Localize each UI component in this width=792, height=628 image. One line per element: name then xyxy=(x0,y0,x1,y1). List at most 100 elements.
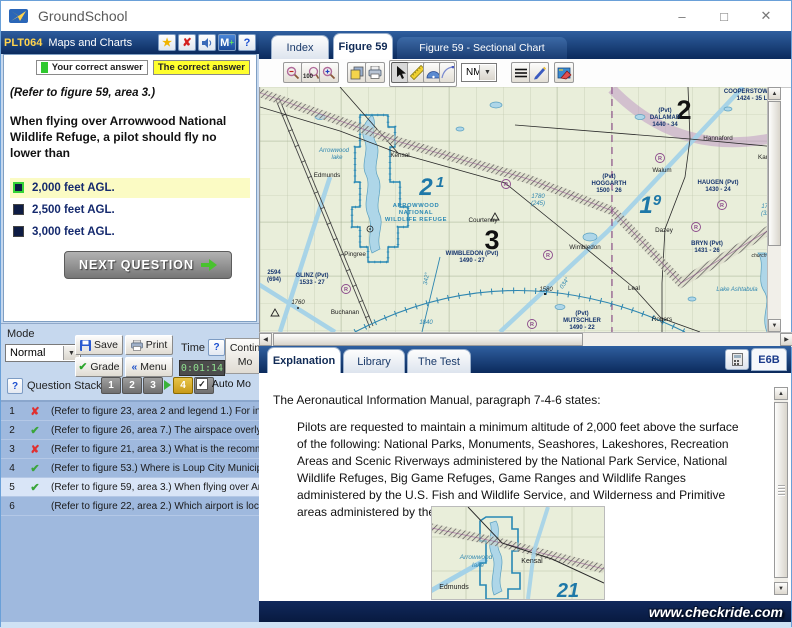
question-number: 1 xyxy=(5,406,19,417)
check-icon: ✔ xyxy=(79,361,88,373)
app-window: GroundSchool – □ ✕ PLT064 Maps and Chart… xyxy=(0,0,792,627)
stack-button-3[interactable]: 3 xyxy=(143,377,163,394)
map-label: 1424 - 35 L xyxy=(737,96,768,102)
close-button[interactable]: ✕ xyxy=(745,1,787,31)
unit-select[interactable]: NM ▼ xyxy=(461,63,497,82)
stack-button-4[interactable]: 4 xyxy=(173,377,193,394)
header-help-icon[interactable]: ? xyxy=(238,34,256,51)
delete-question-icon[interactable]: ✘ xyxy=(178,34,196,51)
mode-select[interactable]: Normal ▼ xyxy=(5,344,81,362)
time-label: Time xyxy=(181,342,205,354)
maximize-button[interactable]: □ xyxy=(703,1,745,31)
scroll-up-icon[interactable]: ▲ xyxy=(774,387,788,400)
r-circle-label: R xyxy=(504,182,508,188)
save-button[interactable]: Save xyxy=(75,335,123,355)
explanation-vscrollbar[interactable]: ▲ ▼ xyxy=(774,387,788,595)
time-help-icon[interactable]: ? xyxy=(208,339,225,356)
map-label: WILDLIFE REFUGE xyxy=(385,217,447,223)
magnifier-100-icon: 100 xyxy=(303,66,319,80)
marker-icon[interactable]: M+ xyxy=(218,34,236,51)
minimize-button[interactable]: – xyxy=(661,1,703,31)
map-hscroll-thumb[interactable] xyxy=(273,333,583,346)
chevron-down-icon[interactable]: ▼ xyxy=(479,65,495,80)
annotate-button[interactable] xyxy=(529,62,549,83)
floppy-icon xyxy=(80,340,91,351)
checkride-logo[interactable]: www.checkride.com xyxy=(649,604,783,620)
scroll-left-icon[interactable]: ◀ xyxy=(259,333,272,346)
map-vscrollbar[interactable]: ▲ ▼ xyxy=(767,87,781,332)
eraser-icon xyxy=(557,66,572,80)
next-question-button[interactable]: NEXT QUESTION xyxy=(64,251,232,279)
map-vscroll-thumb[interactable] xyxy=(768,101,781,246)
app-logo-icon xyxy=(9,8,29,24)
r-circle-label: R xyxy=(658,156,662,162)
question-stack-row: ? Question Stack: 12345 ✓ Auto Mo xyxy=(1,374,259,398)
question-number: 5 xyxy=(5,482,19,493)
question-row[interactable]: 3✘(Refer to figure 21, area 3.) What is … xyxy=(1,440,259,459)
map-label: Pingree xyxy=(344,251,366,258)
map-hscrollbar[interactable]: ◀ ▶ xyxy=(259,332,792,347)
tab-figure-59[interactable]: Figure 59 xyxy=(333,33,393,59)
magnifier-plus-icon xyxy=(322,66,336,80)
curve-tool-button[interactable] xyxy=(439,62,455,83)
question-row-text: (Refer to figure 26, area 7.) The airspa… xyxy=(51,425,259,436)
zoom-in-button[interactable] xyxy=(319,62,339,83)
calculator-button[interactable] xyxy=(725,349,749,370)
map-label: 1490 - 27 xyxy=(459,258,485,264)
question-row[interactable]: 4✔(Refer to figure 53.) Where is Loup Ci… xyxy=(1,459,259,478)
map-label: (245) xyxy=(531,201,545,207)
answer-checkbox[interactable] xyxy=(13,182,24,193)
answer-option[interactable]: 2,500 feet AGL. xyxy=(10,200,250,220)
line-width-button[interactable] xyxy=(511,62,531,83)
auto-move-checkbox[interactable]: ✓ Auto Mo xyxy=(196,378,251,390)
map-label: 1490 - 22 xyxy=(569,325,595,331)
map-label: Kensal xyxy=(390,152,409,159)
wrong-icon: ✘ xyxy=(19,443,51,456)
zoom-out-button[interactable] xyxy=(283,62,303,83)
stack-help-icon[interactable]: ? xyxy=(7,378,23,394)
titlebar: GroundSchool – □ ✕ xyxy=(1,1,791,31)
scroll-up-icon[interactable]: ▲ xyxy=(768,87,781,100)
answer-option[interactable]: 3,000 feet AGL. xyxy=(10,222,250,242)
map-label: 1500 - 26 xyxy=(596,188,622,194)
audio-icon[interactable] xyxy=(198,34,216,51)
map-label: DALAMAR xyxy=(650,115,681,121)
e6b-button[interactable]: E6B xyxy=(751,348,787,371)
print-figure-button[interactable] xyxy=(365,62,385,83)
sectional-chart[interactable]: RRRRRRR 232119(Pvt)DALAMAR1440 - 34COOPE… xyxy=(260,87,781,332)
question-row[interactable]: 6(Refer to figure 22, area 2.) Which air… xyxy=(1,497,259,516)
curve-icon xyxy=(441,66,454,79)
tab-library[interactable]: Library xyxy=(343,349,405,373)
explanation-vscroll-thumb[interactable] xyxy=(774,402,788,578)
map-label: 1580 xyxy=(539,287,553,293)
tab-figure-59-sectional-chart[interactable]: Figure 59 - Sectional Chart xyxy=(397,37,567,59)
minimap-label: lake xyxy=(472,562,484,569)
tab-index[interactable]: Index xyxy=(271,35,329,59)
clear-annotations-button[interactable] xyxy=(554,62,574,83)
copy-figure-button[interactable] xyxy=(347,62,367,83)
tab-explanation[interactable]: Explanation xyxy=(267,347,341,373)
question-text: When flying over Arrowwood National Wild… xyxy=(10,113,228,162)
scroll-down-icon[interactable]: ▼ xyxy=(768,319,781,332)
map-label: 1431 - 26 xyxy=(694,248,720,254)
question-row[interactable]: 5✔(Refer to figure 59, area 3.) When fly… xyxy=(1,478,259,497)
print-button[interactable]: Print xyxy=(125,335,173,355)
sectional-chart-viewport[interactable]: RRRRRRR 232119(Pvt)DALAMAR1440 - 34COOPE… xyxy=(259,87,781,332)
map-label: (Pvt) xyxy=(602,174,615,180)
map-label: 1840 xyxy=(419,320,433,326)
map-label: Walum xyxy=(652,167,671,174)
scroll-down-icon[interactable]: ▼ xyxy=(774,582,788,595)
answer-checkbox[interactable] xyxy=(13,226,24,237)
answer-checkbox[interactable] xyxy=(13,204,24,215)
zoom-actual-button[interactable]: 100 xyxy=(301,62,321,83)
answer-option[interactable]: 2,000 feet AGL. xyxy=(10,178,250,198)
stack-button-2[interactable]: 2 xyxy=(122,377,142,394)
favorite-star-icon[interactable]: ★ xyxy=(158,34,176,51)
question-row[interactable]: 1✘(Refer to figure 23, area 2 and legend… xyxy=(1,402,259,421)
speaker-icon xyxy=(201,37,213,49)
stack-button-1[interactable]: 1 xyxy=(101,377,121,394)
question-row[interactable]: 2✔(Refer to figure 26, area 7.) The airs… xyxy=(1,421,259,440)
map-label: HAUGEN (Pvt) xyxy=(697,180,738,186)
scroll-right-icon[interactable]: ▶ xyxy=(780,333,792,346)
tab-the-test[interactable]: The Test xyxy=(407,349,471,373)
